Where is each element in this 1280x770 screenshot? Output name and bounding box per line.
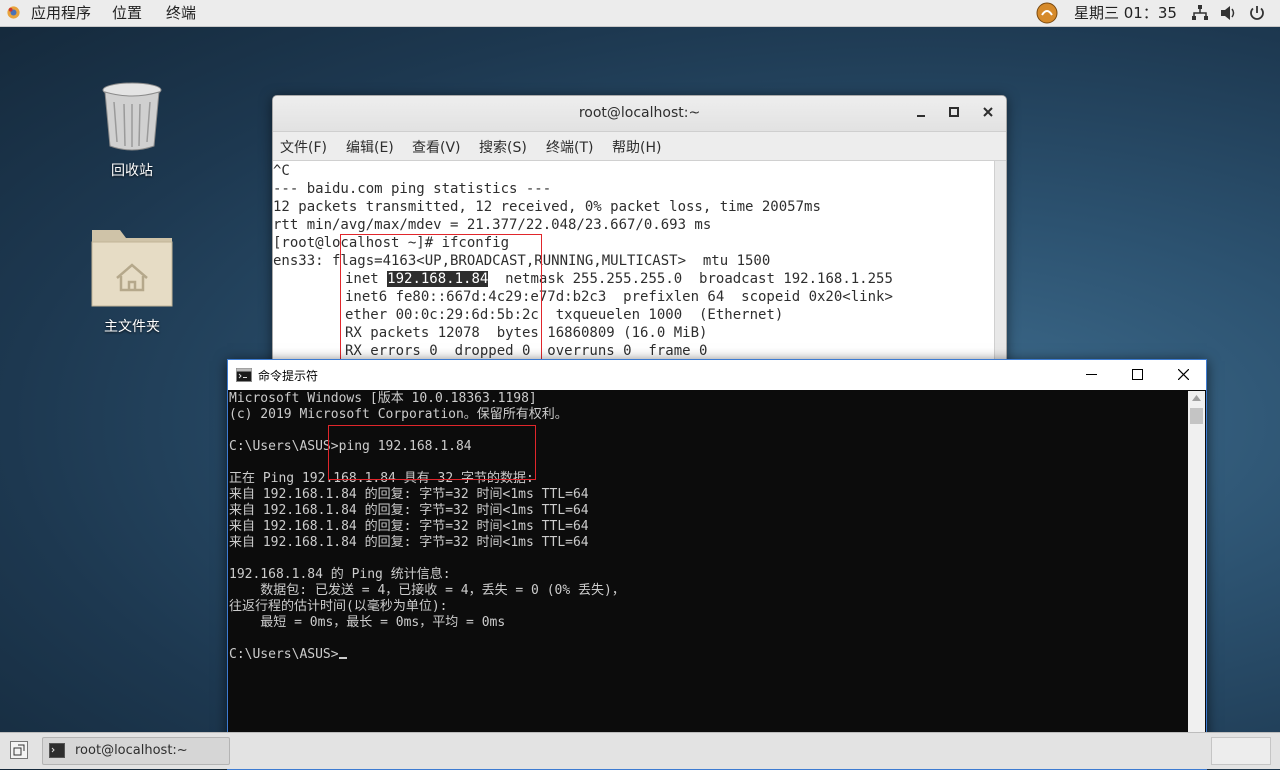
user-avatar-icon[interactable] [1036,2,1058,24]
workspace-switcher[interactable] [1211,737,1271,765]
terminal-line: 12 packets transmitted, 12 received, 0% … [273,199,821,215]
cmd-line: 最短 = 0ms，最长 = 0ms，平均 = 0ms [229,615,506,630]
applications-menu[interactable]: 应用程序 [31,3,91,23]
clock[interactable]: 星期三 01：35 [1074,0,1177,26]
terminal-scrollbar[interactable] [994,161,1006,366]
terminal-line: ^C [273,163,290,179]
terminal-line: --- baidu.com ping statistics --- [273,181,552,197]
cmd-line: 来自 192.168.1.84 的回复: 字节=32 时间<1ms TTL=64 [229,535,589,550]
bottom-taskbar: root@localhost:~ [0,732,1280,769]
terminal-title: root@localhost:~ [578,105,701,121]
cmd-prompt-line[interactable]: C:\Users\ASUS> [229,647,347,663]
menu-search[interactable]: 搜索(S) [479,137,527,157]
cmd-line: Microsoft Windows [版本 10.0.18363.1198] [229,391,537,406]
taskbar-item-terminal[interactable]: root@localhost:~ [42,737,230,765]
scroll-thumb[interactable] [1190,408,1203,424]
cmd-line: 数据包: 已发送 = 4，已接收 = 4，丢失 = 0 (0% 丢失)， [229,583,625,598]
inet-rest: netmask 255.255.255.0 broadcast 192.168.… [488,271,893,287]
volume-icon[interactable] [1219,4,1237,22]
cmd-line: 来自 192.168.1.84 的回复: 字节=32 时间<1ms TTL=64 [229,519,589,534]
trash-desktop-icon[interactable]: 回收站 [82,80,182,180]
home-folder-label: 主文件夹 [104,319,160,335]
text-cursor [338,657,347,659]
menu-help[interactable]: 帮助(H) [612,137,661,157]
trash-icon [102,82,162,151]
cmd-line: 往返行程的估计时间(以毫秒为单位): [229,599,448,614]
top-panel: 应用程序 位置 终端 星期三 01：35 [0,0,1280,27]
show-desktop-icon[interactable] [10,741,28,759]
close-icon[interactable] [973,96,1003,131]
menu-terminal[interactable]: 终端(T) [546,137,593,157]
apps-menu-icon[interactable] [6,5,21,20]
scroll-up-arrow-icon[interactable] [1192,395,1201,401]
menu-edit[interactable]: 编辑(E) [346,137,394,157]
minimize-icon[interactable] [1068,360,1114,390]
cmd-line: 来自 192.168.1.84 的回复: 字节=32 时间<1ms TTL=64 [229,487,589,502]
menu-file[interactable]: 文件(F) [280,137,327,157]
gnome-terminal-window[interactable]: root@localhost:~ 文件(F) 编辑(E) 查看(V) 搜索(S)… [272,95,1007,367]
taskbar-item-label: root@localhost:~ [75,743,188,758]
trash-label: 回收站 [111,163,153,179]
maximize-icon[interactable] [1114,360,1160,390]
power-icon[interactable] [1248,4,1266,22]
cmd-titlebar[interactable]: 命令提示符 [228,360,1206,390]
cmd-scrollbar[interactable] [1188,391,1205,769]
maximize-icon[interactable] [939,96,969,131]
terminal-titlebar[interactable]: root@localhost:~ [273,96,1006,132]
home-folder-desktop-icon[interactable]: 主文件夹 [82,224,182,336]
highlight-box [340,234,542,366]
highlight-box [328,425,536,480]
cmd-prompt: C:\Users\ASUS> [229,647,339,662]
cmd-line: 来自 192.168.1.84 的回复: 字节=32 时间<1ms TTL=64 [229,503,589,518]
terminal-line: rtt min/avg/max/mdev = 21.377/22.048/23.… [273,217,712,233]
close-icon[interactable] [1160,360,1206,390]
terminal-menu[interactable]: 终端 [166,3,196,23]
terminal-icon [49,743,65,758]
terminal-menubar: 文件(F) 编辑(E) 查看(V) 搜索(S) 终端(T) 帮助(H) [273,132,1006,161]
cmd-app-icon [236,368,252,382]
cmd-line: (c) 2019 Microsoft Corporation。保留所有权利。 [229,407,568,422]
menu-view[interactable]: 查看(V) [412,137,461,157]
network-icon[interactable] [1191,4,1209,22]
cmd-line: 192.168.1.84 的 Ping 统计信息: [229,567,451,582]
cmd-window[interactable]: 命令提示符 Microsoft Windows [版本 10.0.18363.1… [227,359,1207,770]
minimize-icon[interactable] [906,96,936,131]
cmd-title: 命令提示符 [258,369,319,383]
places-menu[interactable]: 位置 [112,3,142,23]
home-folder-icon [91,230,173,307]
